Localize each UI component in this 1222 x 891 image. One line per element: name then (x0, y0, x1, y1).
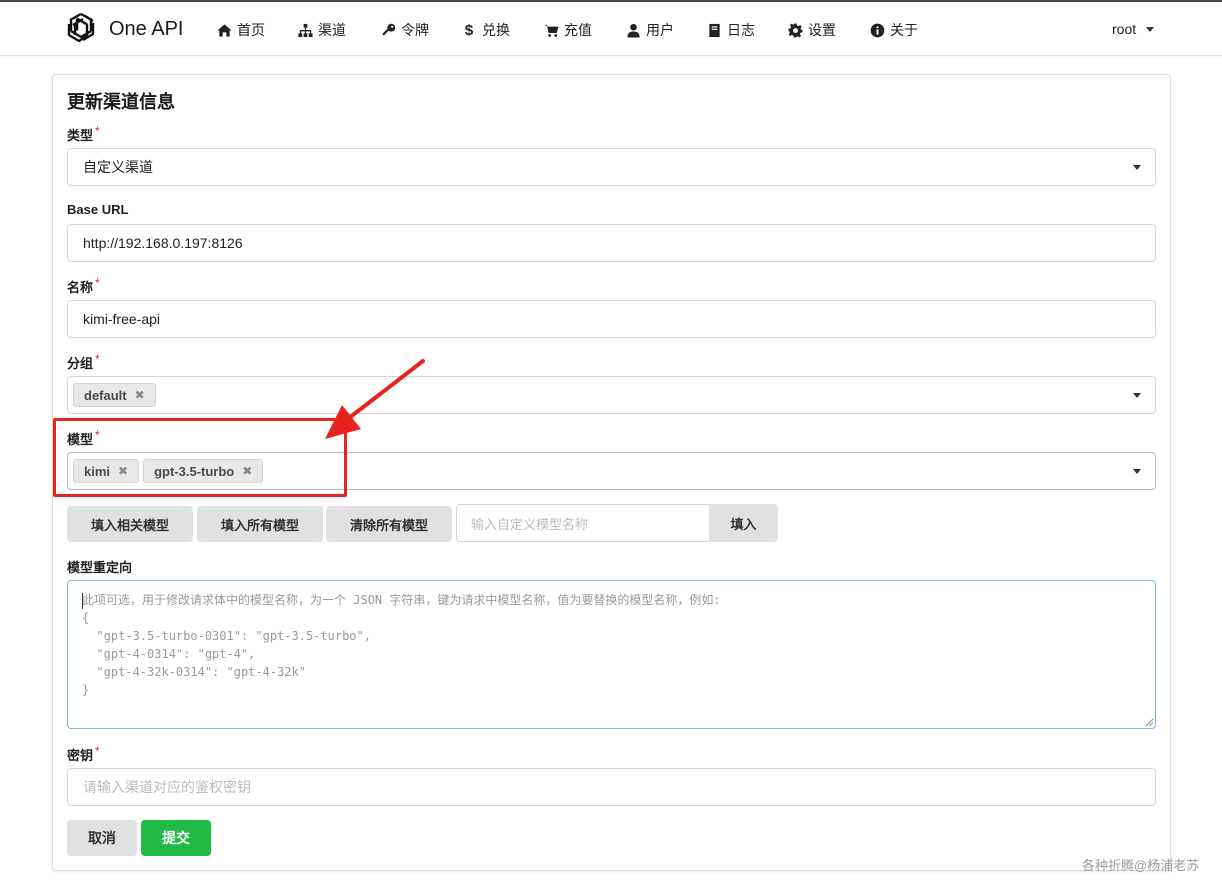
nav-home[interactable]: 首页 (216, 19, 265, 41)
chevron-down-icon (1133, 469, 1141, 474)
resize-handle-icon[interactable] (1144, 717, 1154, 727)
required-mark: * (95, 352, 100, 366)
gear-icon (787, 22, 803, 38)
chevron-down-icon (1133, 393, 1141, 398)
model-mapping-label: 模型重定向 (67, 560, 133, 575)
cancel-button[interactable]: 取消 (67, 820, 137, 856)
group-chip-label: default (84, 387, 127, 403)
nav-redeem[interactable]: $ 兑换 (461, 19, 510, 41)
highlight-annotation (53, 418, 347, 497)
custom-model-input[interactable]: 输入自定义模型名称 (456, 504, 709, 542)
user-icon (625, 22, 641, 38)
base-url-input[interactable]: http://192.168.0.197:8126 (67, 224, 1156, 262)
nav-users-label: 用户 (646, 22, 674, 38)
base-url-value: http://192.168.0.197:8126 (83, 235, 243, 251)
custom-model-placeholder: 输入自定义模型名称 (471, 516, 589, 532)
page-title: 更新渠道信息 (67, 92, 175, 112)
remove-chip-icon[interactable]: ✖ (135, 388, 145, 402)
nav-channels[interactable]: 渠道 (297, 19, 346, 41)
name-input[interactable]: kimi-free-api (67, 300, 1156, 338)
key-input[interactable]: 请输入渠道对应的鉴权密钥 (67, 768, 1156, 806)
home-icon (216, 22, 232, 38)
openai-logo-icon (63, 10, 99, 49)
key-icon (380, 22, 396, 38)
fill-custom-model-button[interactable]: 填入 (709, 504, 778, 542)
nav-topup[interactable]: 充值 (543, 19, 592, 41)
group-chip: default ✖ (73, 383, 156, 407)
name-value: kimi-free-api (83, 311, 161, 327)
top-navbar: One API 首页 渠道 令牌 $ 兑换 充值 用户 日志 设置 关于 roo… (0, 0, 1222, 56)
watermark: 各种折腾@杨浦老苏 (1082, 858, 1200, 873)
nav-settings[interactable]: 设置 (787, 19, 836, 41)
fill-related-models-button[interactable]: 填入相关模型 (67, 506, 193, 542)
nav-home-label: 首页 (237, 22, 265, 38)
submit-button[interactable]: 提交 (141, 820, 211, 856)
fill-all-models-button[interactable]: 填入所有模型 (197, 506, 323, 542)
nav-settings-label: 设置 (808, 22, 836, 38)
type-select[interactable]: 自定义渠道 (67, 148, 1156, 186)
group-label: 分组 * (67, 352, 100, 371)
clear-all-models-button[interactable]: 清除所有模型 (326, 506, 452, 542)
name-label: 名称 * (67, 276, 100, 295)
nav-redeem-label: 兑换 (482, 22, 510, 38)
required-mark: * (95, 124, 100, 138)
cart-icon (543, 22, 559, 38)
user-menu[interactable]: root (1112, 21, 1155, 37)
user-name: root (1112, 21, 1137, 37)
group-select[interactable]: default ✖ (67, 376, 1156, 414)
chevron-down-icon (1133, 165, 1141, 170)
nav-about[interactable]: 关于 (869, 19, 918, 41)
nav-tokens-label: 令牌 (401, 22, 429, 38)
brand[interactable]: One API (63, 11, 184, 47)
nav-channels-label: 渠道 (318, 22, 346, 38)
type-label: 类型 * (67, 124, 100, 143)
base-url-label: Base URL (67, 202, 129, 217)
nav-topup-label: 充值 (564, 22, 592, 38)
nav-users[interactable]: 用户 (625, 19, 674, 41)
model-mapping-textarea[interactable]: 此项可选，用于修改请求体中的模型名称，为一个 JSON 字符串，键为请求中模型名… (67, 580, 1156, 729)
sitemap-icon (297, 22, 313, 38)
nav-logs-label: 日志 (727, 22, 755, 38)
key-placeholder: 请输入渠道对应的鉴权密钥 (83, 779, 251, 795)
type-select-value: 自定义渠道 (83, 159, 153, 175)
required-mark: * (95, 276, 100, 290)
nav-about-label: 关于 (890, 22, 918, 38)
nav-tokens[interactable]: 令牌 (380, 19, 429, 41)
dollar-icon: $ (464, 21, 474, 39)
text-cursor (82, 593, 83, 609)
info-icon (869, 22, 885, 38)
chevron-down-icon (1146, 26, 1155, 32)
nav-logs[interactable]: 日志 (706, 19, 755, 41)
arrow-annotation-icon (325, 359, 425, 439)
required-mark: * (95, 744, 100, 758)
key-label: 密钥 * (67, 744, 100, 763)
book-icon (706, 22, 722, 38)
brand-name: One API (109, 17, 184, 40)
